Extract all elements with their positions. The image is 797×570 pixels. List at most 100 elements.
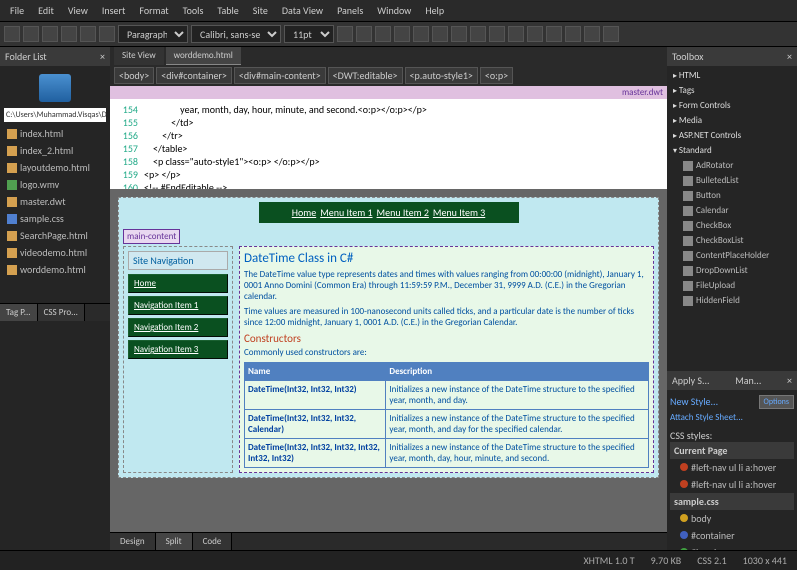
sample-css-group[interactable]: sample.css [670, 493, 794, 510]
bold-button[interactable] [337, 26, 353, 42]
sidenav-item[interactable]: Navigation Item 2 [128, 318, 228, 337]
justify-button[interactable] [451, 26, 467, 42]
toolbox-item[interactable]: Button [669, 188, 795, 203]
menu-insert[interactable]: Insert [96, 2, 132, 19]
underline-button[interactable] [375, 26, 391, 42]
menu-view[interactable]: View [62, 2, 94, 19]
size-select[interactable]: 11pt [284, 25, 334, 43]
breadcrumb-item[interactable]: <div#container> [156, 67, 232, 84]
toolbox-group[interactable]: Standard [669, 143, 795, 158]
view-tab-split[interactable]: Split [156, 533, 193, 550]
sidenav-item[interactable]: Navigation Item 1 [128, 296, 228, 315]
close-icon[interactable]: × [787, 374, 792, 387]
toolbox-item[interactable]: FileUpload [669, 278, 795, 293]
file-item[interactable]: index.html [4, 125, 106, 142]
css-rule[interactable]: #left-nav ul li a:hover [670, 476, 794, 493]
toolbox-item[interactable]: DropDownList [669, 263, 795, 278]
menu-tools[interactable]: Tools [177, 2, 210, 19]
menu-table[interactable]: Table [211, 2, 244, 19]
close-icon[interactable]: × [100, 50, 105, 63]
toolbar-button[interactable] [584, 26, 600, 42]
toolbox-group[interactable]: Form Controls [669, 98, 795, 113]
manage-styles-tab[interactable]: Man... [735, 374, 761, 387]
toolbar-button[interactable] [99, 26, 115, 42]
code-editor[interactable]: 154 year, month, day, hour, minute, and … [110, 99, 667, 189]
menu-site[interactable]: Site [247, 2, 274, 19]
align-right-button[interactable] [432, 26, 448, 42]
save-button[interactable] [42, 26, 58, 42]
toolbox-item[interactable]: ContentPlaceHolder [669, 248, 795, 263]
toolbox-group[interactable]: ASP.NET Controls [669, 128, 795, 143]
nav-link[interactable]: Menu Item 1 [320, 206, 372, 219]
attach-stylesheet-link[interactable]: Attach Style Sheet... [670, 410, 794, 425]
file-item[interactable]: master.dwt [4, 193, 106, 210]
menu-format[interactable]: Format [133, 2, 174, 19]
sidenav-item[interactable]: Home [128, 274, 228, 293]
nav-link[interactable]: Menu Item 3 [433, 206, 485, 219]
breadcrumb-item[interactable]: <DWT:editable> [328, 67, 403, 84]
indent-button[interactable] [527, 26, 543, 42]
new-style-link[interactable]: New Style... Options [670, 393, 794, 410]
bullets-button[interactable] [470, 26, 486, 42]
menu-data-view[interactable]: Data View [276, 2, 329, 19]
breadcrumb-item[interactable]: <o:p> [480, 67, 513, 84]
toolbar-button[interactable] [80, 26, 96, 42]
view-tab-design[interactable]: Design [110, 533, 156, 550]
site-icon[interactable] [39, 74, 71, 102]
open-button[interactable] [23, 26, 39, 42]
css-rule[interactable]: body [670, 510, 794, 527]
file-item[interactable]: logo.wmv [4, 176, 106, 193]
table-header: Description [386, 363, 649, 381]
nav-link[interactable]: Menu Item 2 [377, 206, 429, 219]
css-rule[interactable]: #container [670, 527, 794, 544]
close-icon[interactable]: × [787, 50, 792, 63]
align-center-button[interactable] [413, 26, 429, 42]
borders-button[interactable] [546, 26, 562, 42]
file-item[interactable]: SearchPage.html [4, 227, 106, 244]
file-item[interactable]: layoutdemo.html [4, 159, 106, 176]
toolbox-item[interactable]: Calendar [669, 203, 795, 218]
breadcrumb-item[interactable]: <div#main-content> [234, 67, 326, 84]
menu-edit[interactable]: Edit [32, 2, 60, 19]
path-field[interactable]: C:\Users\Muhammad.Visqas\Do [4, 108, 106, 122]
menu-panels[interactable]: Panels [331, 2, 369, 19]
toolbox-item[interactable]: CheckBox [669, 218, 795, 233]
menu-file[interactable]: File [4, 2, 30, 19]
toolbox-item[interactable]: BulletedList [669, 173, 795, 188]
outdent-button[interactable] [508, 26, 524, 42]
toolbar-button[interactable] [565, 26, 581, 42]
file-item[interactable]: videodemo.html [4, 244, 106, 261]
document-tab[interactable]: worddemo.html [166, 47, 241, 65]
toolbox-group[interactable]: Tags [669, 83, 795, 98]
panel-tab[interactable]: Tag P... [0, 304, 38, 321]
toolbox-group[interactable]: Media [669, 113, 795, 128]
menu-help[interactable]: Help [419, 2, 450, 19]
panel-tab[interactable]: CSS Pro... [38, 304, 85, 321]
document-tab[interactable]: Site View [114, 47, 164, 65]
design-surface[interactable]: HomeMenu Item 1Menu Item 2Menu Item 3 ma… [110, 189, 667, 532]
new-button[interactable] [4, 26, 20, 42]
current-page-group[interactable]: Current Page [670, 442, 794, 459]
align-left-button[interactable] [394, 26, 410, 42]
options-button[interactable]: Options [759, 395, 794, 409]
toolbar-button[interactable] [603, 26, 619, 42]
toolbox-item[interactable]: HiddenField [669, 293, 795, 308]
toolbox-item[interactable]: AdRotator [669, 158, 795, 173]
toolbox-item[interactable]: CheckBoxList [669, 233, 795, 248]
toolbox-group[interactable]: HTML [669, 68, 795, 83]
toolbar-button[interactable] [61, 26, 77, 42]
breadcrumb-item[interactable]: <body> [114, 67, 154, 84]
css-rule[interactable]: #left-nav ul li a:hover [670, 459, 794, 476]
paragraph-select[interactable]: Paragraph [118, 25, 188, 43]
file-item[interactable]: index_2.html [4, 142, 106, 159]
breadcrumb-item[interactable]: <p.auto-style1> [405, 67, 478, 84]
nav-link[interactable]: Home [292, 206, 316, 219]
font-select[interactable]: Calibri, sans-serif [191, 25, 281, 43]
menu-window[interactable]: Window [371, 2, 417, 19]
file-item[interactable]: sample.css [4, 210, 106, 227]
italic-button[interactable] [356, 26, 372, 42]
numbering-button[interactable] [489, 26, 505, 42]
sidenav-item[interactable]: Navigation Item 3 [128, 340, 228, 359]
view-tab-code[interactable]: Code [193, 533, 233, 550]
file-item[interactable]: worddemo.html [4, 261, 106, 278]
